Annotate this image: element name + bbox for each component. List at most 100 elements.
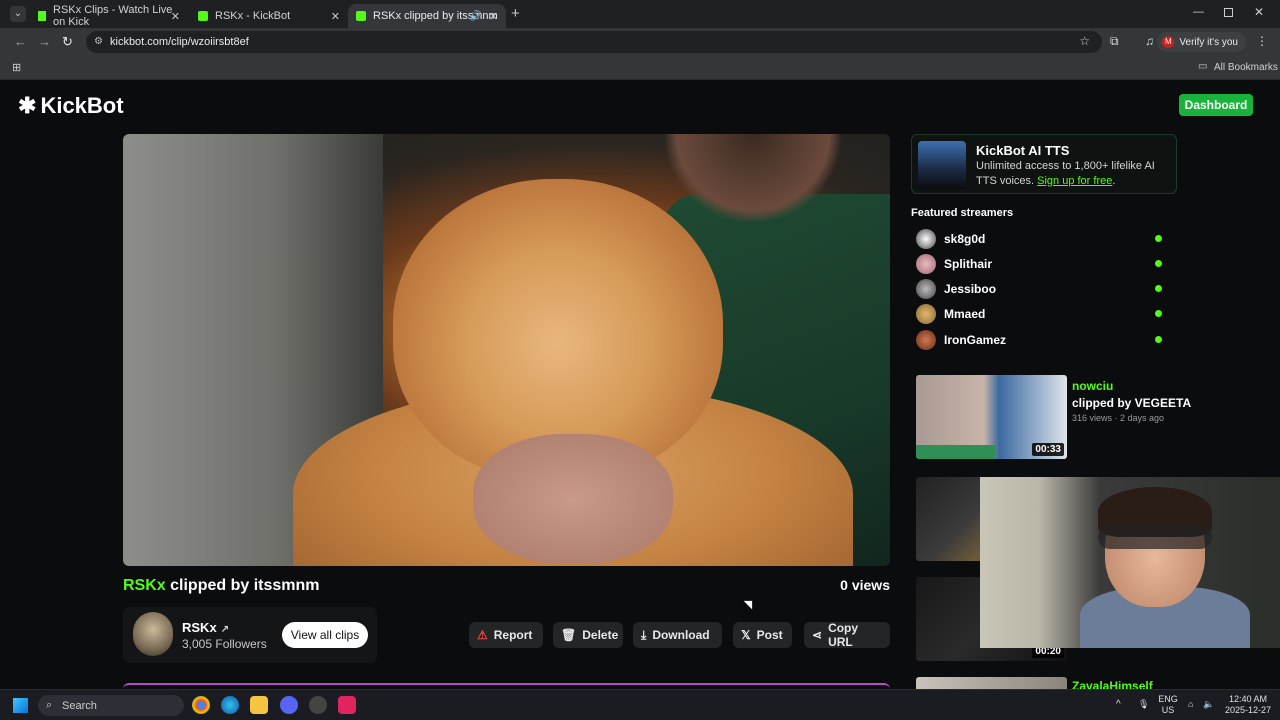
forward-icon[interactable]: → bbox=[38, 34, 51, 49]
new-tab-icon[interactable]: + bbox=[511, 5, 520, 22]
edge-taskbar-icon[interactable] bbox=[221, 696, 239, 714]
channel-avatar[interactable] bbox=[133, 612, 173, 656]
video-hand bbox=[473, 434, 673, 564]
channel-followers: 3,005 Followers bbox=[182, 637, 267, 651]
chrome-taskbar-icon[interactable] bbox=[192, 696, 210, 714]
extensions-icon[interactable]: ⧉ bbox=[1110, 34, 1119, 49]
all-bookmarks-link[interactable]: All Bookmarks bbox=[1214, 62, 1278, 73]
webcam-headphones bbox=[1098, 525, 1212, 549]
streamer-avatar bbox=[916, 304, 936, 324]
maximize-icon[interactable] bbox=[1224, 8, 1233, 17]
live-indicator-icon bbox=[1155, 285, 1162, 292]
bookmark-star-icon[interactable]: ☆ bbox=[1079, 34, 1090, 48]
browser-tab-rskx-clips[interactable]: RSKx Clips - Watch Live on Kick ✕ bbox=[30, 4, 188, 28]
verify-profile-button[interactable]: M Verify it's you bbox=[1157, 32, 1246, 52]
back-icon[interactable]: ← bbox=[14, 34, 27, 49]
apps-grid-icon[interactable]: ⊞ bbox=[12, 61, 21, 74]
dashboard-button[interactable]: Dashboard bbox=[1179, 94, 1253, 116]
thumb-overlay-bar bbox=[916, 445, 996, 459]
download-button[interactable]: ⤓ Download bbox=[633, 622, 722, 648]
clip-video-player[interactable] bbox=[123, 134, 890, 566]
streamer-jessiboo[interactable]: Jessiboo bbox=[916, 279, 1166, 299]
warning-icon: ⚠ bbox=[477, 628, 488, 642]
volume-icon[interactable]: 🔈 bbox=[1203, 699, 1214, 710]
tab-list-chevron-icon[interactable]: ⌄ bbox=[10, 6, 26, 22]
report-button[interactable]: ⚠ Report bbox=[469, 622, 543, 648]
streamer-splithair[interactable]: Splithair bbox=[916, 254, 1166, 274]
browser-tab-clip-active[interactable]: RSKx clipped by itssmnm 🔊 ✕ bbox=[348, 4, 506, 28]
kickbot-logo-icon: ✱ bbox=[18, 93, 37, 118]
delete-button[interactable]: 🗑 Delete bbox=[553, 622, 623, 648]
close-tab-icon[interactable]: ✕ bbox=[171, 10, 180, 23]
browser-tab-rskx-kickbot[interactable]: RSKx - KickBot ✕ bbox=[190, 4, 348, 28]
streamer-sk8g0d[interactable]: sk8g0d bbox=[916, 229, 1166, 249]
external-link-icon[interactable]: ↗ bbox=[221, 624, 229, 635]
microphone-icon[interactable]: 🎙 bbox=[1138, 699, 1149, 710]
streamer-name: sk8g0d bbox=[944, 232, 986, 246]
clip-clipper[interactable]: clipped by VEGEETA bbox=[1072, 396, 1191, 410]
sign-up-link[interactable]: Sign up for free bbox=[1037, 175, 1112, 187]
webcam-overlay bbox=[980, 477, 1280, 648]
clip-thumbnail-zavala[interactable] bbox=[916, 677, 1067, 689]
speaker-icon[interactable]: 🔊 bbox=[470, 11, 482, 22]
url-input[interactable]: ⚙ kickbot.com/clip/wzoiirsbt8ef ☆ bbox=[86, 31, 1102, 53]
copy-url-label: Copy URL bbox=[828, 621, 859, 649]
clip-info-zavala: ZavalaHimself bbox=[1072, 679, 1153, 689]
delete-label: Delete bbox=[582, 628, 619, 642]
streamer-irongamez[interactable]: IronGamez bbox=[916, 330, 1166, 350]
kickbot-logo[interactable]: ✱ KickBot bbox=[18, 93, 124, 119]
windows-start-icon[interactable] bbox=[13, 698, 28, 713]
reload-icon[interactable]: ↻ bbox=[62, 34, 73, 50]
media-control-icon[interactable]: ♫ bbox=[1145, 34, 1154, 48]
close-tab-icon[interactable]: ✕ bbox=[331, 10, 340, 23]
streamer-avatar bbox=[916, 229, 936, 249]
streamer-name: Jessiboo bbox=[944, 282, 997, 296]
clip-channel-name[interactable]: RSKx bbox=[123, 577, 166, 594]
clip-streamer[interactable]: ZavalaHimself bbox=[1072, 679, 1153, 689]
view-all-clips-button[interactable]: View all clips bbox=[282, 622, 368, 648]
folder-icon: ▭ bbox=[1198, 61, 1208, 72]
close-tab-icon[interactable]: ✕ bbox=[489, 10, 498, 23]
mouse-cursor-icon bbox=[743, 596, 757, 610]
discord-taskbar-icon[interactable] bbox=[280, 696, 298, 714]
address-bar-row: ← → ↻ ⚙ kickbot.com/clip/wzoiirsbt8ef ☆ … bbox=[0, 28, 1280, 56]
language-indicator[interactable]: ENG US bbox=[1156, 694, 1180, 716]
lang-text: ENG bbox=[1158, 694, 1178, 704]
report-label: Report bbox=[493, 628, 533, 642]
minimize-icon[interactable]: — bbox=[1193, 6, 1204, 18]
taskbar-search-input[interactable]: ⌕ Search bbox=[38, 695, 184, 716]
app-taskbar-icon[interactable] bbox=[338, 696, 356, 714]
clip-streamer[interactable]: nowciu bbox=[1072, 379, 1191, 393]
close-window-icon[interactable]: ✕ bbox=[1254, 5, 1264, 19]
streamer-avatar bbox=[916, 330, 936, 350]
live-indicator-icon bbox=[1155, 336, 1162, 343]
promo-image bbox=[918, 141, 966, 189]
kickbot-favicon-icon bbox=[356, 11, 366, 21]
browser-tab-bar: ⌄ RSKx Clips - Watch Live on Kick ✕ RSKx… bbox=[0, 0, 1280, 28]
promo-title: KickBot AI TTS bbox=[976, 143, 1070, 158]
tray-chevron-icon[interactable]: ^ bbox=[1116, 699, 1121, 710]
featured-streamers-heading: Featured streamers bbox=[911, 207, 1014, 219]
kickbot-favicon-icon bbox=[198, 11, 208, 21]
trash-icon: 🗑 bbox=[561, 628, 577, 642]
clock[interactable]: 12:40 AM 2025-12-27 bbox=[1218, 694, 1278, 716]
site-info-icon[interactable]: ⚙ bbox=[94, 36, 103, 47]
network-icon[interactable]: ⌂ bbox=[1188, 699, 1193, 710]
post-to-x-button[interactable]: 𝕏 Post bbox=[733, 622, 792, 648]
clip-title: RSKx clipped by itssmnm bbox=[123, 577, 320, 595]
tts-promo-card[interactable]: KickBot AI TTS Unlimited access to 1,800… bbox=[911, 134, 1177, 194]
browser-menu-icon[interactable]: ⋮ bbox=[1256, 34, 1268, 48]
copy-url-button[interactable]: ⋖ Copy URL bbox=[804, 621, 890, 649]
obs-taskbar-icon[interactable] bbox=[309, 696, 327, 714]
tab-label: RSKx - KickBot bbox=[215, 10, 291, 22]
streamer-mmaed[interactable]: Mmaed bbox=[916, 304, 1166, 324]
file-explorer-taskbar-icon[interactable] bbox=[250, 696, 268, 714]
live-indicator-icon bbox=[1155, 260, 1162, 267]
clip-thumbnail-nowciu[interactable]: 00:33 bbox=[916, 375, 1067, 459]
region-text: US bbox=[1161, 705, 1175, 715]
channel-name[interactable]: RSKx ↗ bbox=[182, 620, 229, 635]
search-icon: ⌕ bbox=[46, 699, 53, 711]
clip-duration: 00:33 bbox=[1032, 443, 1064, 456]
clip-meta: 316 views · 2 days ago bbox=[1072, 413, 1165, 423]
clip-views: 0 views bbox=[840, 577, 890, 593]
